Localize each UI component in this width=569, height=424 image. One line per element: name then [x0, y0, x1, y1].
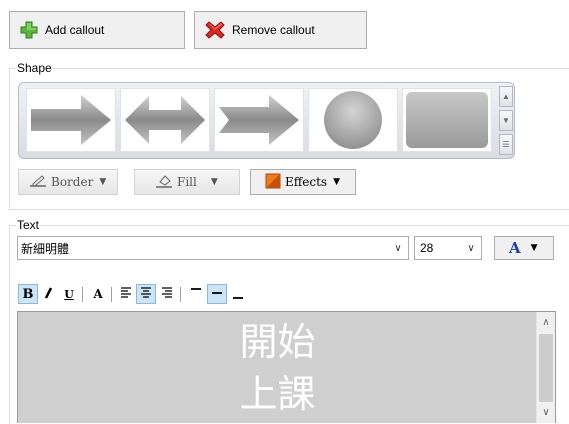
pencil-icon: [29, 174, 47, 191]
separator: [82, 287, 83, 302]
underline-button[interactable]: U: [59, 284, 79, 304]
bold-label: B: [22, 286, 34, 302]
callout-text-line: 上課: [239, 372, 316, 416]
chevron-down-icon: ∨: [467, 242, 475, 254]
align-left-icon: [119, 286, 133, 303]
shape-arrow-left-right[interactable]: [120, 88, 210, 152]
shape-chevron-arrow[interactable]: [214, 88, 304, 152]
plus-icon: [20, 21, 38, 39]
effects-icon: [265, 173, 281, 192]
arrow-left-right-icon: [121, 96, 209, 154]
add-callout-button[interactable]: Add callout: [9, 11, 185, 49]
add-callout-label: Add callout: [45, 23, 105, 37]
caret-down-icon: ▼: [99, 177, 107, 187]
italic-icon: [42, 286, 56, 303]
paint-bucket-icon: [155, 174, 173, 191]
chevron-up-icon[interactable]: ∧: [537, 314, 555, 332]
arrow-right-icon: [27, 95, 115, 154]
align-center-button[interactable]: [136, 284, 156, 304]
chevron-down-icon: ∨: [394, 242, 402, 254]
font-style-button[interactable]: A: [88, 284, 108, 304]
red-x-icon: [205, 20, 225, 40]
text-legend: Text: [16, 218, 41, 232]
border-label: Border: [51, 175, 94, 189]
font-color-glyph: A: [509, 239, 521, 257]
valign-top-button[interactable]: [186, 284, 206, 304]
callout-text-editor[interactable]: 開始 上課 ∧ ∨: [17, 311, 556, 423]
valign-bottom-button[interactable]: [228, 284, 248, 304]
chevron-arrow-icon: [215, 95, 303, 154]
shape-circle[interactable]: [308, 88, 398, 152]
font-family-value: 新細明體: [21, 241, 70, 256]
editor-scrollbar[interactable]: ∧ ∨: [536, 312, 555, 423]
gallery-scroll-up[interactable]: ▲: [499, 86, 513, 107]
chevron-down-icon[interactable]: ∨: [537, 404, 555, 422]
caret-down-icon: ▼: [333, 177, 341, 187]
underline-label: U: [64, 287, 74, 301]
font-size-value: 28: [420, 241, 434, 255]
callout-text-content: 開始 上課: [18, 316, 537, 420]
circle-icon: [309, 91, 397, 154]
gallery-expand[interactable]: ☰: [499, 134, 513, 155]
align-left-button[interactable]: [116, 284, 136, 304]
expand-icon: ☰: [502, 140, 510, 149]
shape-rounded-rectangle[interactable]: [402, 88, 492, 152]
effects-dropdown[interactable]: Effects ▼: [250, 169, 356, 195]
bold-button[interactable]: B: [18, 284, 38, 304]
rounded-rectangle-icon: [403, 92, 491, 154]
remove-callout-button[interactable]: Remove callout: [194, 11, 367, 49]
chevron-up-icon: ▲: [502, 92, 510, 101]
align-center-icon: [139, 286, 153, 303]
valign-middle-icon: [210, 286, 224, 303]
shape-legend: Shape: [16, 61, 53, 75]
caret-down-icon: ▼: [530, 243, 538, 253]
align-right-icon: [160, 286, 174, 303]
align-right-button[interactable]: [157, 284, 177, 304]
gallery-scroll-down[interactable]: ▼: [499, 110, 513, 131]
valign-middle-button[interactable]: [207, 284, 227, 304]
font-color-dropdown[interactable]: A ▼: [494, 236, 554, 260]
border-dropdown[interactable]: Border ▼: [18, 169, 118, 195]
chevron-down-icon: ▼: [502, 116, 510, 125]
valign-top-icon: [189, 286, 203, 303]
shape-gallery: [18, 82, 515, 159]
gallery-scroller: ▲ ▼ ☰: [499, 86, 513, 156]
remove-callout-label: Remove callout: [232, 23, 315, 37]
callout-text-line: 開始: [239, 320, 316, 364]
font-family-select[interactable]: 新細明體 ∨: [17, 236, 409, 260]
valign-bottom-icon: [231, 286, 245, 303]
separator: [180, 287, 181, 302]
italic-button[interactable]: [39, 284, 59, 304]
effects-label: Effects: [285, 175, 328, 189]
separator: [111, 287, 112, 302]
fill-label: Fill: [177, 175, 197, 189]
caret-down-icon: ▼: [210, 177, 218, 187]
font-a-label: A: [93, 287, 103, 301]
fill-dropdown[interactable]: Fill ▼: [134, 169, 240, 195]
font-size-select[interactable]: 28 ∨: [414, 236, 482, 260]
scroll-thumb[interactable]: [539, 334, 553, 402]
shape-arrow-right[interactable]: [26, 88, 116, 152]
